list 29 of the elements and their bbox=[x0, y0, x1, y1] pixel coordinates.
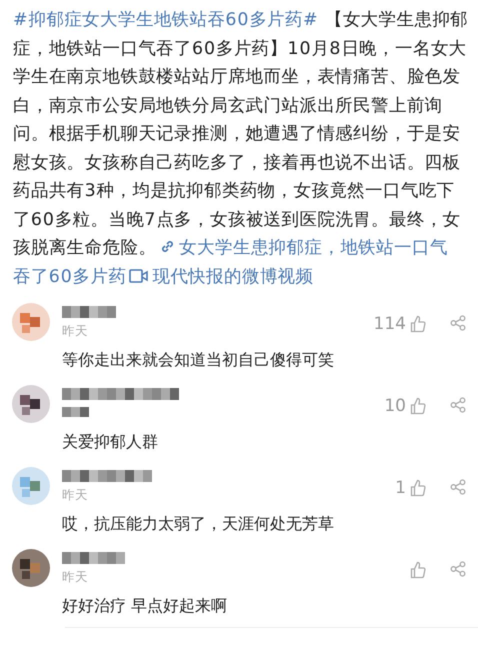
blurred-username bbox=[62, 306, 116, 318]
comment-time: 昨天 bbox=[62, 569, 89, 584]
comment-time: 昨天 bbox=[62, 487, 89, 502]
article-link[interactable]: 女大学生患抑郁症，地铁站一口气 bbox=[156, 238, 448, 258]
thumbs-up-icon bbox=[410, 397, 426, 415]
comment-text: 等你走出来就会知道当初自己傻得可笑 bbox=[62, 349, 335, 371]
like-button[interactable]: 1 bbox=[395, 467, 426, 499]
comment-text: 关爱抑郁人群 bbox=[62, 431, 159, 453]
blurred-time bbox=[62, 407, 89, 417]
comment-time: 昨天 bbox=[62, 323, 89, 338]
blurred-username bbox=[62, 552, 125, 564]
comment-text: 哎，抗压能力太弱了，天涯何处无芳草 bbox=[62, 513, 335, 535]
post-text: #抑郁症女大学生地铁站吞60多片药# 【女大学生患抑郁症，地铁站一口气吞了60多片药】10月8日晚，一名女大学生在南京地铁鼓楼站站厅席地而坐，表情痛苦、脸色发白，南京市公安局地铁分局玄武门站派出所民警上前询问。根据手机聊天记录推测，她遭遇了情感纠纷，于是安慰女孩。女孩称自己药吃多了，接着再也说不出话。四板药品共有3种，均是抗抑郁类药物，女孩竟然一口气吃下了60多粒。当晚7点多，女孩被送到医院洗胃。最终，女孩脱离生命危险。 女大学生患抑郁症，地铁站一口气 吞了60多片药 现代快报的微博视频 bbox=[12, 9, 470, 288]
comment-text: 好好治疗 早点好起来啊 bbox=[62, 595, 228, 617]
thumbs-up-icon bbox=[410, 561, 426, 579]
share-icon[interactable] bbox=[450, 479, 466, 495]
video-camera-icon bbox=[129, 268, 150, 284]
video-link[interactable]: 现代快报的微博视频 bbox=[126, 266, 314, 286]
share-icon[interactable] bbox=[450, 315, 466, 331]
like-button[interactable]: 10 bbox=[384, 385, 426, 417]
article-link[interactable]: 吞了60多片药 bbox=[13, 266, 126, 286]
like-button[interactable]: 114 bbox=[374, 303, 426, 335]
avatar[interactable] bbox=[12, 549, 50, 587]
avatar[interactable] bbox=[12, 385, 50, 423]
share-icon[interactable] bbox=[450, 397, 466, 413]
hashtag-link[interactable]: #抑郁症女大学生地铁站吞60多片药# bbox=[13, 10, 318, 30]
thumbs-up-icon bbox=[410, 315, 426, 333]
share-icon[interactable] bbox=[450, 561, 466, 577]
thumbs-up-icon bbox=[410, 479, 426, 497]
